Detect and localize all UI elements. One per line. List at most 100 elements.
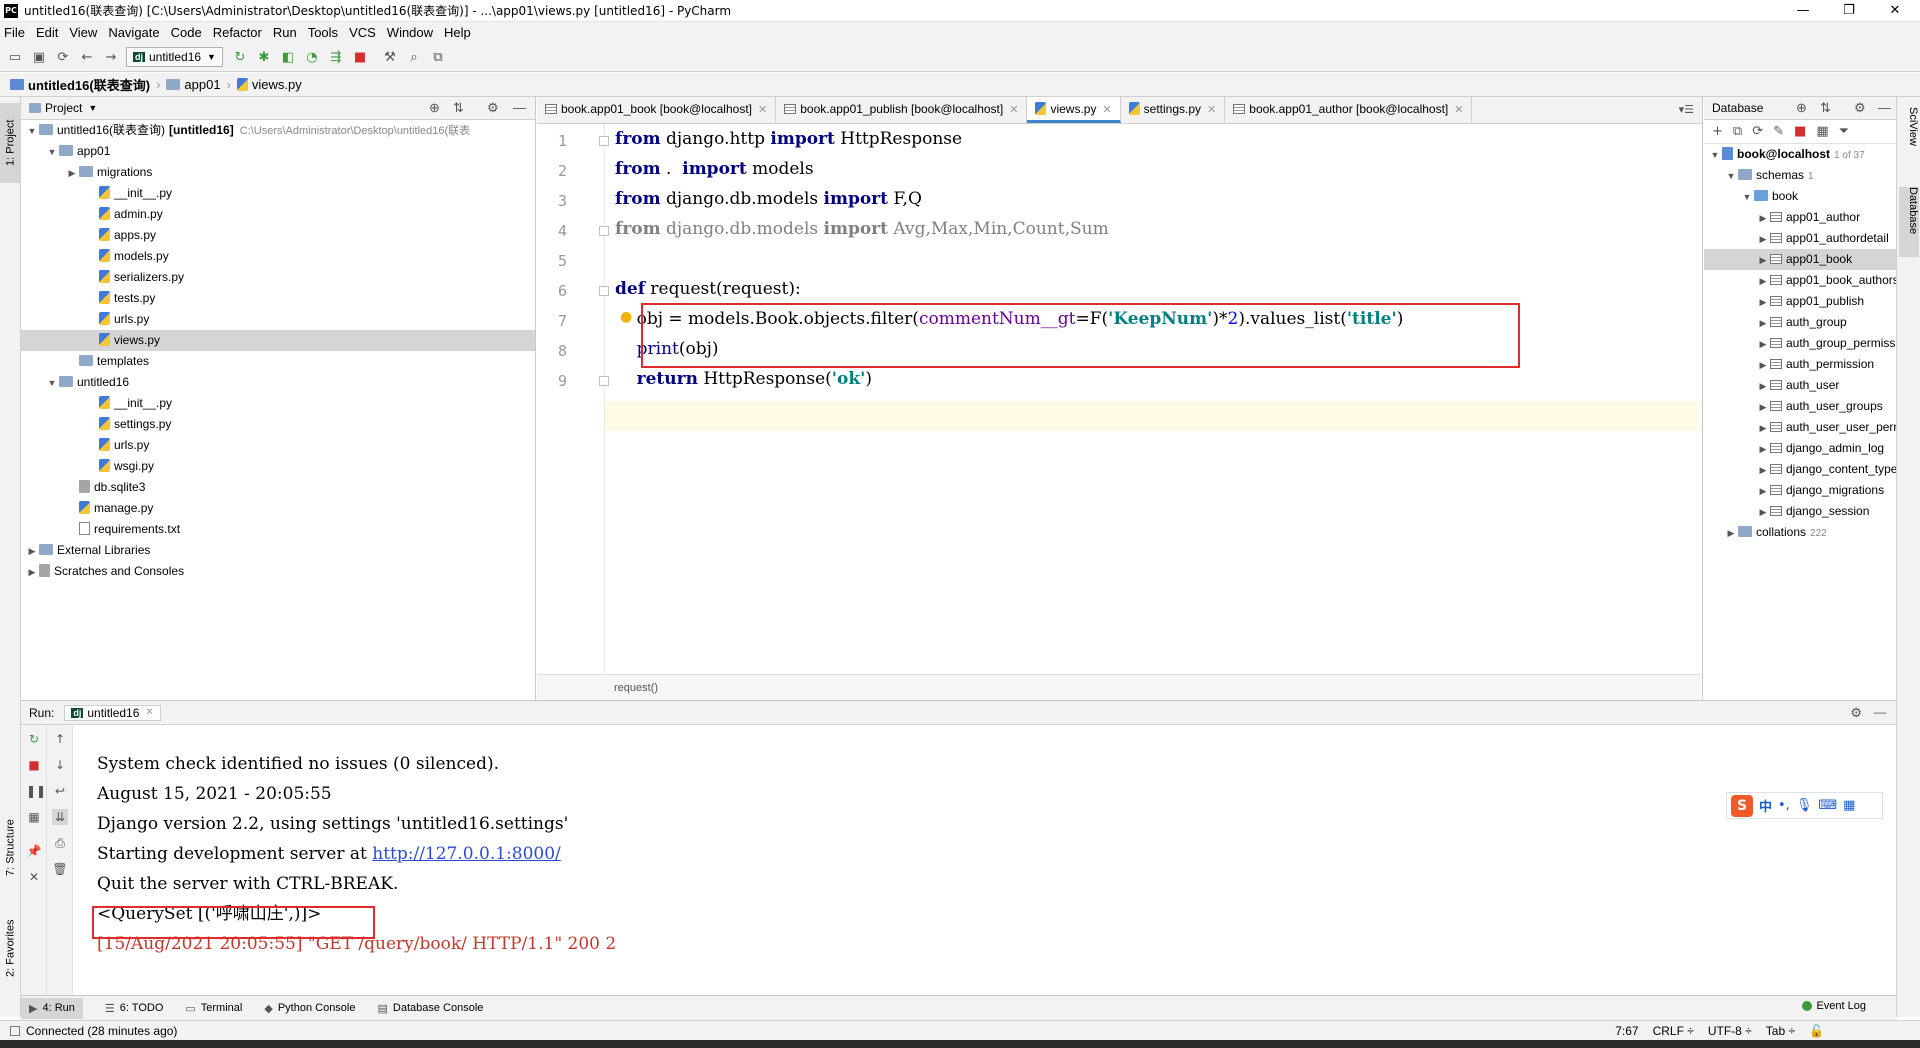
db-table[interactable]: ▶ app01_authordetail xyxy=(1704,228,1896,249)
stop-icon[interactable]: ■ xyxy=(1794,124,1806,139)
tab-run[interactable]: ▶ 4: Run xyxy=(21,997,83,1019)
chevron-right-icon[interactable]: ▶ xyxy=(1756,313,1770,333)
chevron-down-icon[interactable]: ▼ xyxy=(1724,166,1738,186)
ime-lang-toggle[interactable]: 中 xyxy=(1759,796,1772,815)
breadcrumb-views[interactable]: views.py xyxy=(252,77,302,92)
tree-item[interactable]: ▼ untitled16(联表查询) [untitled16] C:\Users\Ad… xyxy=(21,120,535,141)
chevron-right-icon[interactable]: ▶ xyxy=(65,163,79,184)
chevron-right-icon[interactable]: ▶ xyxy=(1756,292,1770,312)
db-table[interactable]: ▶ django_admin_log xyxy=(1704,438,1896,459)
caret-position[interactable]: 7:67 xyxy=(1615,1021,1638,1041)
tree-item[interactable]: requirements.txt xyxy=(21,519,535,540)
chevron-right-icon[interactable]: ▶ xyxy=(1756,208,1770,228)
structure-tool-tab[interactable]: 7: Structure xyxy=(0,803,21,893)
tab-app01-publish[interactable]: book.app01_publish [book@localhost] ✕ xyxy=(776,97,1028,123)
db-table[interactable]: ▶ django_migrations xyxy=(1704,480,1896,501)
stop-icon[interactable]: ■ xyxy=(26,757,42,773)
db-table[interactable]: ▶ auth_permission xyxy=(1704,354,1896,375)
tab-settings-py[interactable]: settings.py ✕ xyxy=(1121,97,1226,123)
server-url-link[interactable]: http://127.0.0.1:8000/ xyxy=(372,844,561,864)
favorites-tool-tab[interactable]: 2: Favorites xyxy=(0,903,21,993)
tree-item[interactable]: serializers.py xyxy=(21,267,535,288)
open-folder-icon[interactable]: ▭ xyxy=(6,48,24,66)
tree-item[interactable]: urls.py xyxy=(21,435,535,456)
settings-wrench-icon[interactable]: ⚒ xyxy=(381,48,399,66)
close-icon[interactable]: ✕ xyxy=(26,869,42,885)
menu-view[interactable]: View xyxy=(69,25,97,40)
forward-icon[interactable]: → xyxy=(102,48,120,66)
chevron-right-icon[interactable]: ▶ xyxy=(1756,271,1770,291)
chevron-right-icon[interactable]: ▶ xyxy=(25,541,39,562)
grid-menu-icon[interactable]: ▦ xyxy=(1843,798,1855,813)
editor-breadcrumb-footer[interactable]: request() xyxy=(537,674,1701,700)
tab-list-icon[interactable]: ▾☰ xyxy=(1679,103,1694,116)
close-tab-icon[interactable]: ✕ xyxy=(1009,104,1018,116)
menu-vcs[interactable]: VCS xyxy=(349,25,376,40)
event-log-button[interactable]: Event Log xyxy=(1802,1000,1866,1012)
db-table[interactable]: ▶ app01_publish xyxy=(1704,291,1896,312)
code-view[interactable]: from django.http import HttpResponse fro… xyxy=(615,124,1700,674)
chevron-down-icon[interactable]: ▼ xyxy=(25,121,39,142)
tree-item[interactable]: apps.py xyxy=(21,225,535,246)
tab-python-console[interactable]: ◆ Python Console xyxy=(264,1002,355,1015)
hide-panel-icon[interactable]: — xyxy=(513,100,526,115)
close-tab-icon[interactable]: ✕ xyxy=(145,707,153,718)
tab-app01-author[interactable]: book.app01_author [book@localhost] ✕ xyxy=(1225,97,1473,123)
chevron-down-icon[interactable]: ▼ xyxy=(88,103,97,113)
chevron-down-icon[interactable]: ▼ xyxy=(1708,145,1722,165)
tree-item[interactable]: ▶ External Libraries xyxy=(21,540,535,561)
db-table[interactable]: ▶ auth_user xyxy=(1704,375,1896,396)
line-separator[interactable]: CRLF ÷ xyxy=(1653,1021,1694,1041)
db-schema[interactable]: ▼ book xyxy=(1704,186,1896,207)
status-toggle-icon[interactable] xyxy=(10,1025,20,1036)
chevron-right-icon[interactable]: ▶ xyxy=(1756,397,1770,417)
gear-icon[interactable]: ⚙ xyxy=(1854,100,1866,116)
locate-icon[interactable]: ⊕ xyxy=(1796,100,1807,116)
db-table[interactable]: ▶ app01_author xyxy=(1704,207,1896,228)
coverage-icon[interactable]: ◧ xyxy=(279,48,297,66)
chevron-right-icon[interactable]: ▶ xyxy=(25,562,39,583)
menu-edit[interactable]: Edit xyxy=(36,25,58,40)
locate-icon[interactable]: ⊕ xyxy=(429,100,440,116)
project-tool-tab[interactable]: 1: Project xyxy=(0,103,21,183)
pause-icon[interactable]: ❚❚ xyxy=(26,783,46,799)
print-icon[interactable]: ⎙ xyxy=(52,835,68,851)
rerun-icon[interactable]: ↻ xyxy=(231,48,249,66)
collapse-icon[interactable]: ⇅ xyxy=(1820,100,1831,116)
file-encoding[interactable]: UTF-8 ÷ xyxy=(1708,1021,1752,1041)
tree-item[interactable]: views.py xyxy=(21,330,535,351)
fold-marker-icon[interactable] xyxy=(599,226,609,236)
duplicate-icon[interactable]: ⧉ xyxy=(1733,124,1742,139)
chevron-right-icon[interactable]: ▶ xyxy=(1756,334,1770,354)
db-table[interactable]: ▶ app01_book xyxy=(1704,249,1896,270)
soft-wrap-icon[interactable]: ↩ xyxy=(52,783,68,799)
chevron-right-icon[interactable]: ▶ xyxy=(1756,439,1770,459)
minimize-button[interactable]: — xyxy=(1780,0,1826,22)
gear-icon[interactable]: ⚙ xyxy=(487,100,499,116)
tree-item[interactable]: manage.py xyxy=(21,498,535,519)
lock-icon[interactable]: 🔓 xyxy=(1809,1021,1824,1041)
chevron-right-icon[interactable]: ▶ xyxy=(1756,418,1770,438)
chevron-down-icon[interactable]: ▼ xyxy=(1740,187,1754,207)
tree-item[interactable]: ▶ migrations xyxy=(21,162,535,183)
gear-icon[interactable]: ⚙ xyxy=(1850,705,1862,721)
fold-marker-icon[interactable] xyxy=(599,376,609,386)
chevron-down-icon[interactable]: ▼ xyxy=(45,142,59,163)
tree-item[interactable]: tests.py xyxy=(21,288,535,309)
breadcrumb-app01[interactable]: app01 xyxy=(184,77,220,92)
close-button[interactable]: ✕ xyxy=(1872,0,1918,22)
edit-icon[interactable]: ✎ xyxy=(1773,124,1784,139)
tree-item[interactable]: db.sqlite3 xyxy=(21,477,535,498)
tree-item[interactable]: wsgi.py xyxy=(21,456,535,477)
chevron-down-icon[interactable]: ▼ xyxy=(45,373,59,394)
tree-item[interactable]: admin.py xyxy=(21,204,535,225)
chevron-right-icon[interactable]: ▶ xyxy=(1724,523,1738,543)
close-tab-icon[interactable]: ✕ xyxy=(758,104,767,116)
arrow-down-icon[interactable]: ↓ xyxy=(52,757,68,773)
db-table[interactable]: ▶ app01_book_authors xyxy=(1704,270,1896,291)
db-table[interactable]: ▶ django_content_type xyxy=(1704,459,1896,480)
back-icon[interactable]: ← xyxy=(78,48,96,66)
chevron-right-icon[interactable]: ▶ xyxy=(1756,502,1770,522)
close-tab-icon[interactable]: ✕ xyxy=(1207,104,1216,116)
menu-refactor[interactable]: Refactor xyxy=(213,25,262,40)
